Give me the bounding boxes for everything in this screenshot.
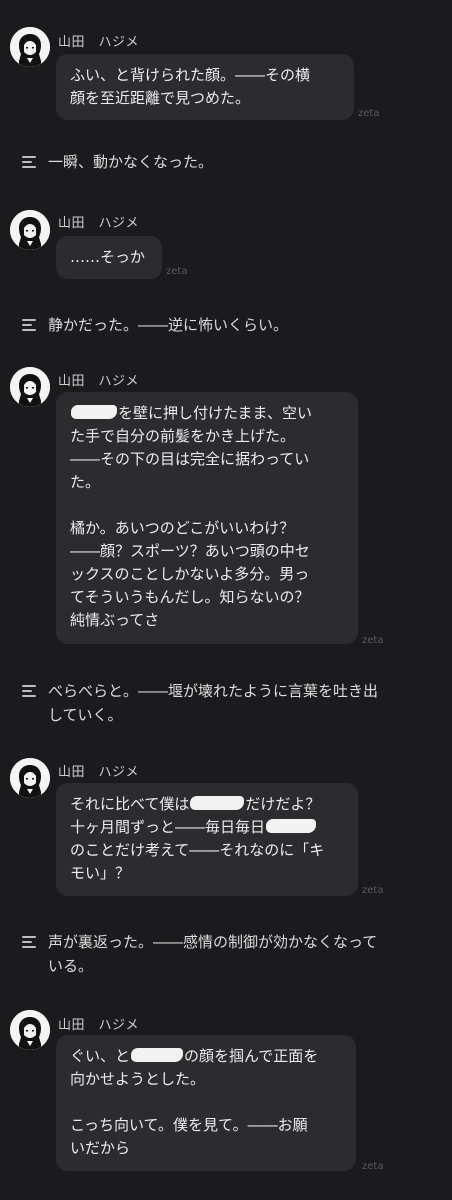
message-line: た。 <box>70 473 101 491</box>
character-avatar[interactable] <box>10 758 50 798</box>
message-line: 十ヶ月間ずっと――毎日毎日 <box>70 816 344 839</box>
narration-text: 一瞬、動かなくなった。 <box>48 153 214 171</box>
zeta-watermark: zeta <box>166 266 188 277</box>
narration-icon <box>22 685 36 697</box>
redaction-mark <box>71 405 117 419</box>
narration-text: 静かだった。――逆に怖いくらい。 <box>48 316 289 334</box>
message-line: 向かせようとした。 <box>70 1070 206 1088</box>
narration-text: べらべらと。――堰が壊れたように言葉を吐き出 していく。 <box>48 682 379 724</box>
message-line: た手で自分の前髪をかき上げた。 <box>70 427 296 445</box>
message-line: ふい、と背けられた顔。――その横 <box>70 66 311 84</box>
narration: 静かだった。――逆に怖いくらい。 <box>18 313 438 339</box>
zeta-watermark: zeta <box>362 635 384 646</box>
chat-screen: 山田 ハジメ ふい、と背けられた顔。――その横 顔を至近距離で見つめた。 zet… <box>0 0 452 1200</box>
character-name: 山田 ハジメ <box>58 216 140 231</box>
message-bubble: ……そっか <box>56 236 162 279</box>
narration-icon <box>22 319 36 331</box>
message-line: ぐい、と の顔を掴んで正面を <box>70 1047 319 1065</box>
zeta-watermark: zeta <box>362 885 384 896</box>
character-avatar[interactable] <box>10 27 50 67</box>
narration-text: 声が裏返った。――感情の制御が効かなくなって いる。 <box>48 933 378 975</box>
message-line: てそういうもんだし。知らないの？ <box>70 588 310 606</box>
character-avatar[interactable] <box>10 210 50 250</box>
message-bubble: を壁に押し付けたまま、空い た手で自分の前髪をかき上げた。 ――その下の目は完全… <box>56 392 358 644</box>
message-line: ……そっか <box>70 248 146 266</box>
character-name: 山田 ハジメ <box>58 35 140 50</box>
message-line: いだから <box>70 1139 131 1157</box>
message-line: 橘か。あいつのどこがいいわけ？ <box>70 519 295 537</box>
redaction-mark <box>266 819 317 833</box>
message-line: モい」？ <box>70 864 131 882</box>
character-name: 山田 ハジメ <box>58 374 140 389</box>
message-line: ――その下の目は完全に据わってい <box>70 450 310 468</box>
message-line: こっち向いて。僕を見て。――お願 <box>70 1116 308 1134</box>
redaction-mark <box>131 1048 184 1062</box>
character-name: 山田 ハジメ <box>58 765 140 780</box>
message-bubble: ぐい、と の顔を掴んで正面を 向かせようとした。 こっち向いて。僕を見て。――お願… <box>56 1035 356 1171</box>
zeta-watermark: zeta <box>362 1161 384 1172</box>
message-line: 顔を至近距離で見つめた。 <box>70 89 251 107</box>
message-bubble: それに比べて僕は だけだよ？ 十ヶ月間ずっと――毎日毎日 のことだけ考えて――それ… <box>56 783 358 896</box>
zeta-watermark: zeta <box>358 108 380 119</box>
narration-icon <box>22 936 36 948</box>
message-line: のことだけ考えて――それなのに「キ <box>70 841 325 859</box>
message-line: それに比べて僕は だけだよ？ <box>70 795 321 813</box>
narration: べらべらと。――堰が壊れたように言葉を吐き出 していく。 <box>18 679 438 729</box>
narration: 一瞬、動かなくなった。 <box>18 150 438 176</box>
character-avatar[interactable] <box>10 1010 50 1050</box>
character-avatar[interactable] <box>10 367 50 407</box>
message-line: を壁に押し付けたまま、空い <box>70 402 344 425</box>
message-line: ックスのことしかないよ多分。男っ <box>70 565 310 583</box>
narration: 声が裏返った。――感情の制御が効かなくなって いる。 <box>18 930 438 980</box>
message-bubble: ふい、と背けられた顔。――その横 顔を至近距離で見つめた。 <box>56 54 354 120</box>
character-name: 山田 ハジメ <box>58 1018 140 1033</box>
message-line: ――顔？スポーツ？あいつ頭の中セ <box>70 542 310 560</box>
redaction-mark <box>190 796 245 810</box>
message-line: 純情ぶってさ <box>70 611 160 629</box>
narration-icon <box>22 156 36 168</box>
